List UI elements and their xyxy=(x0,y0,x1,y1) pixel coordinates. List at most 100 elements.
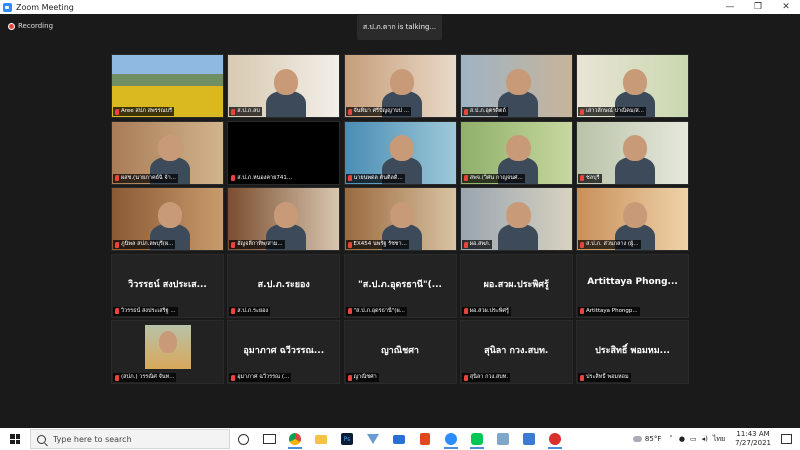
zoom-icon[interactable] xyxy=(438,428,464,450)
participant-name: ชลบุรี xyxy=(586,174,600,181)
participant-name: (สปภ.) วรรณิศ จันท... xyxy=(121,374,175,380)
participant-name-label: ภูนิพล สปภ.ลพบุรี(ผ... xyxy=(113,240,176,249)
participant-tile[interactable]: นายนพดล ต้นติลดิ... xyxy=(343,120,457,185)
participant-name-label: ประสิทธิ์ พอมหอม xyxy=(578,373,631,382)
muted-mic-icon xyxy=(115,175,119,181)
close-button[interactable]: ✕ xyxy=(772,0,800,14)
photoshop-icon[interactable]: Ps xyxy=(334,428,360,450)
participant-name-label: ส.ป.ภ.อุตรดิตถ์ xyxy=(461,107,508,116)
muted-mic-icon xyxy=(463,241,468,248)
participant-tile[interactable]: ชลบุรี xyxy=(576,120,689,185)
participant-name-label: อัญจลีกาทิพ/สาม... xyxy=(229,240,285,249)
participant-tile[interactable]: ส.ป.ภ.ลบ xyxy=(227,54,341,118)
participant-display-name: อุมาภาศ ฉวีวรรณ... xyxy=(243,346,325,356)
weather-temp[interactable]: 85°F xyxy=(645,435,661,443)
participant-name-label: ญาณิชศา xyxy=(345,373,379,382)
participant-name-label: ผสช.(นายภาคย์ฉิ จ้า... xyxy=(113,173,178,183)
participant-display-name: Artittaya Phong... xyxy=(587,276,678,287)
participant-name: ส.ป.ภ. ส่วนกลาง (ผู้... xyxy=(586,241,639,247)
participant-name: อุมาภาศ ฉวีวรรณ (... xyxy=(237,374,290,380)
participant-name: ภูนิพล สปภ.ลพบุรี(ผ... xyxy=(121,241,174,247)
participant-tile[interactable]: ส.ป.ภ.หนองคาย741... xyxy=(227,120,341,185)
mail-icon[interactable] xyxy=(386,428,412,450)
participant-tile[interactable]: (สปภ.) วรรณิศ จันท... xyxy=(111,320,224,384)
participant-tile[interactable]: EX454 นพรัฐ รัชชา... xyxy=(343,187,457,251)
file-explorer-icon[interactable] xyxy=(308,428,334,450)
participant-tile[interactable]: Artittaya Phong... Artittaya Phongp... xyxy=(576,253,689,318)
participant-tile[interactable]: จันทิมา ศรีปัญญาบป ... xyxy=(343,54,457,118)
participant-tile[interactable]: ผสช.(นายภาคย์ฉิ จ้า... xyxy=(111,120,224,185)
muted-mic-icon xyxy=(115,374,119,381)
muted-mic-icon xyxy=(347,241,352,248)
search-icon xyxy=(37,434,46,444)
weather-icon[interactable] xyxy=(632,436,642,442)
window-title: Zoom Meeting xyxy=(16,2,74,12)
participant-tile[interactable]: ญาณิชศา ญาณิชศา xyxy=(343,320,457,384)
task-view-icon[interactable] xyxy=(256,428,282,450)
participant-name-label: วิวรรธน์ สงประเสริฐ ... xyxy=(113,306,178,316)
muted-mic-icon xyxy=(115,241,119,248)
participant-tile[interactable]: ส.ป.ภ.อุตรดิตถ์ xyxy=(459,54,573,118)
chevron-up-icon[interactable]: ˄ xyxy=(669,435,673,443)
clock[interactable]: 11:43 AM 7/27/2021 xyxy=(735,430,771,448)
participant-name-label: ส.ป.ภ.ระยอง xyxy=(229,306,271,316)
muted-mic-icon xyxy=(231,308,236,314)
taskbar-search[interactable]: Type here to search xyxy=(30,429,230,449)
vivaldi-icon[interactable] xyxy=(360,428,386,450)
participant-name: สุนิลา กวง.สบท. xyxy=(469,374,509,380)
maximize-button[interactable]: ❐ xyxy=(744,0,772,14)
participant-tile[interactable]: สพจ.(วิศน กาญจนศ... xyxy=(459,120,573,185)
participant-tile[interactable]: อุมาภาศ ฉวีวรรณ... อุมาภาศ ฉวีวรรณ (... xyxy=(227,320,341,384)
windows-taskbar: Type here to search Ps 85°F ˄ ● ▭ ◂) ไทย… xyxy=(0,428,800,450)
participant-name: สพจ.(วิศน กาญจนศ... xyxy=(469,174,523,181)
photos-icon[interactable] xyxy=(516,428,542,450)
participant-display-name: ผอ.สวผ.ประพิศรู้ xyxy=(483,279,549,290)
participant-display-name: สุนิลา กวง.สบท. xyxy=(484,346,549,356)
participant-tile[interactable]: ผอ.สวผ.ประพิศรู้ ผอ.สวผ.ประพิศรู้ xyxy=(459,253,573,318)
app-icon[interactable] xyxy=(490,428,516,450)
participant-tile[interactable]: "ส.ป.ภ.อุดรธานี"(... "ส.ป.ภ.อุดรธานี"(ผ..… xyxy=(343,253,457,318)
line-icon[interactable] xyxy=(464,428,490,450)
muted-mic-icon xyxy=(580,374,584,381)
participant-name: ส.ป.ภ.ระยอง xyxy=(237,307,269,314)
participant-name-label: Aree สปภ สพรรณบรี xyxy=(113,107,175,116)
recorder-icon[interactable] xyxy=(542,428,568,450)
start-button[interactable] xyxy=(0,428,30,450)
participant-name-label: สพจ.(วิศน กาญจนศ... xyxy=(461,173,525,183)
volume-icon[interactable]: ◂) xyxy=(702,435,708,443)
participant-name-label: สุนิลา กวง.สบท. xyxy=(461,373,511,382)
participant-name-label: จันทิมา ศรีปัญญาบป ... xyxy=(345,107,411,116)
windows-logo-icon xyxy=(10,434,20,444)
participant-name-label: (สปภ.) วรรณิศ จันท... xyxy=(113,373,177,382)
participant-name-label: EX454 นพรัฐ รัชชา... xyxy=(345,240,409,249)
participant-tile[interactable]: สุนิลา กวง.สบท. สุนิลา กวง.สบท. xyxy=(459,320,573,384)
notification-icon[interactable] xyxy=(781,434,792,444)
participant-tile[interactable]: ผอ.สพภ. xyxy=(459,187,573,251)
participant-name: ส.ป.ภ.หนองคาย741... xyxy=(237,174,293,181)
input-language[interactable]: ไทย xyxy=(713,434,725,445)
participant-tile[interactable]: ประสิทธิ์ พอมหม... ประสิทธิ์ พอมหอม xyxy=(576,320,689,384)
minimize-button[interactable]: — xyxy=(716,0,744,14)
microphone-icon[interactable]: ● xyxy=(679,435,685,443)
participant-name: ผอ.สพภ. xyxy=(469,241,491,247)
network-icon[interactable]: ▭ xyxy=(690,435,697,443)
participant-tile[interactable]: วิวรรธน์ สงประเส... วิวรรธน์ สงประเสริฐ .… xyxy=(111,253,224,318)
participant-name: Artittaya Phongp... xyxy=(586,307,638,314)
active-speaker-text: ส.ป.ภ.ตาก is talking... xyxy=(362,23,437,31)
chrome-icon[interactable] xyxy=(282,428,308,450)
participant-name-label: "ส.ป.ภ.อุดรธานี"(ผ... xyxy=(345,306,407,316)
participant-tile[interactable]: ภูนิพล สปภ.ลพบุรี(ผ... xyxy=(111,187,224,251)
participant-tile[interactable]: เสาวลักษณ์ ปาณิคม/ส... xyxy=(576,54,689,118)
participant-display-name: วิวรรธน์ สงประเส... xyxy=(128,279,207,290)
search-placeholder: Type here to search xyxy=(53,434,132,444)
cortana-icon[interactable] xyxy=(230,428,256,450)
participant-tile[interactable]: Aree สปภ สพรรณบรี xyxy=(111,54,224,118)
office-icon[interactable] xyxy=(412,428,438,450)
muted-mic-icon xyxy=(580,308,584,314)
participant-tile[interactable]: อัญจลีกาทิพ/สาม... xyxy=(227,187,341,251)
participant-tile[interactable]: ส.ป.ภ.ระยอง ส.ป.ภ.ระยอง xyxy=(227,253,341,318)
muted-mic-icon xyxy=(347,175,352,181)
recording-indicator[interactable]: Recording xyxy=(8,22,53,30)
participant-tile[interactable]: ส.ป.ภ. ส่วนกลาง (ผู้... xyxy=(576,187,689,251)
participant-name-label: เสาวลักษณ์ ปาณิคม/ส... xyxy=(578,107,647,116)
